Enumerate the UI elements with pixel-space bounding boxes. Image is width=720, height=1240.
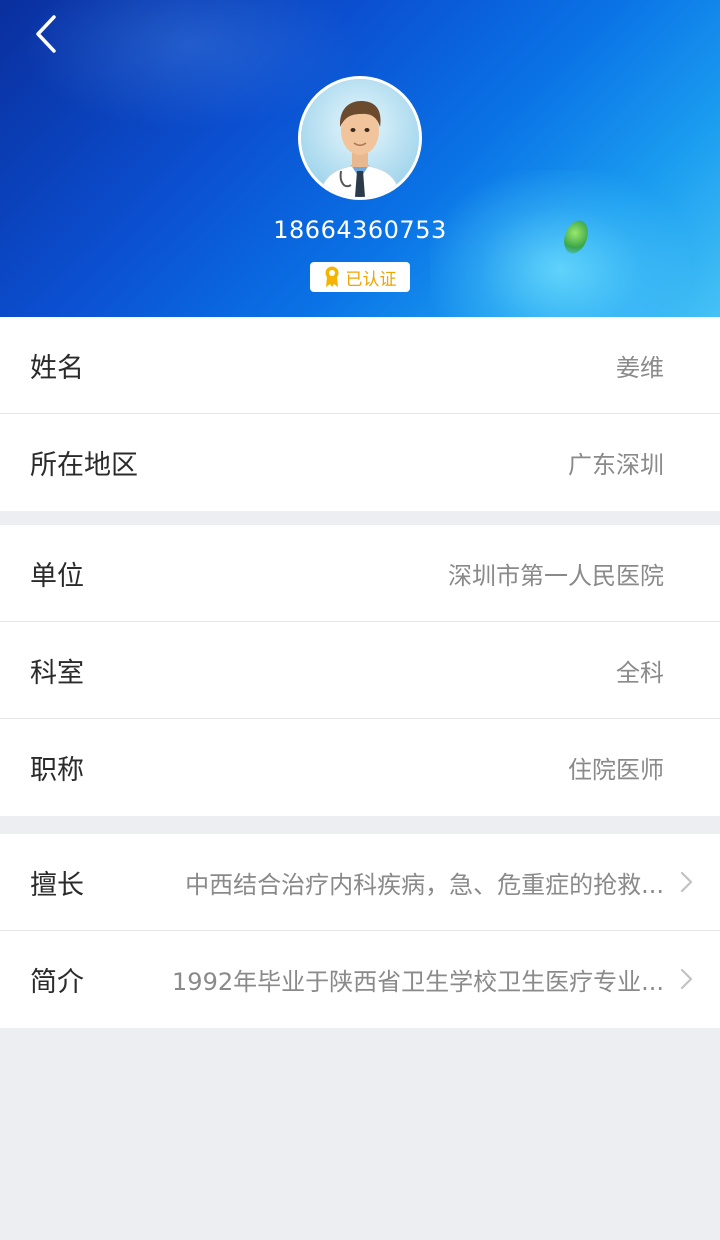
row-label: 姓名 (30, 352, 84, 384)
chevron-right-icon (680, 968, 693, 990)
row-label: 职称 (30, 755, 84, 786)
row-label: 科室 (30, 657, 84, 689)
back-arrow-icon (36, 15, 56, 53)
certified-ribbon-icon (325, 266, 338, 287)
back-button[interactable] (26, 12, 66, 56)
phone-number: 18664360753 (273, 216, 447, 244)
row-label: 简介 (30, 967, 84, 998)
row-value: 住院医师 (568, 756, 664, 784)
row-value: 姜维 (616, 353, 664, 382)
title-row[interactable]: 职称 住院医师 (0, 719, 720, 816)
chevron-right-icon (680, 871, 693, 893)
row-value: 深圳市第一人民医院 (448, 561, 664, 590)
row-value: 1992年毕业于陕西省卫生学校卫生医疗专业... (172, 968, 664, 996)
organization-row[interactable]: 单位 深圳市第一人民医院 (0, 525, 720, 622)
basic-info-group: 姓名 姜维 所在地区 广东深圳 (0, 317, 720, 511)
region-row[interactable]: 所在地区 广东深圳 (0, 414, 720, 511)
row-value: 全科 (616, 658, 664, 687)
name-row[interactable]: 姓名 姜维 (0, 317, 720, 414)
row-label: 单位 (30, 560, 84, 592)
row-value: 中西结合治疗内科疾病，急、危重症的抢救... (185, 870, 664, 899)
row-value: 广东深圳 (568, 451, 664, 479)
profile-header: 18664360753 已认证 (0, 0, 720, 317)
work-info-group: 单位 深圳市第一人民医院 科室 全科 职称 住院医师 (0, 525, 720, 816)
department-row[interactable]: 科室 全科 (0, 622, 720, 719)
profile-detail-group: 擅长 中西结合治疗内科疾病，急、危重症的抢救... 简介 1992年毕业于陕西省… (0, 834, 720, 1028)
row-label: 擅长 (30, 869, 84, 901)
certified-label: 已认证 (345, 269, 397, 290)
introduction-row[interactable]: 简介 1992年毕业于陕西省卫生学校卫生医疗专业... (0, 931, 720, 1028)
avatar[interactable] (298, 76, 422, 200)
row-label: 所在地区 (30, 450, 138, 481)
specialty-row[interactable]: 擅长 中西结合治疗内科疾病，急、危重症的抢救... (0, 834, 720, 931)
certified-badge: 已认证 (310, 262, 410, 292)
doctor-avatar-icon (301, 79, 419, 197)
